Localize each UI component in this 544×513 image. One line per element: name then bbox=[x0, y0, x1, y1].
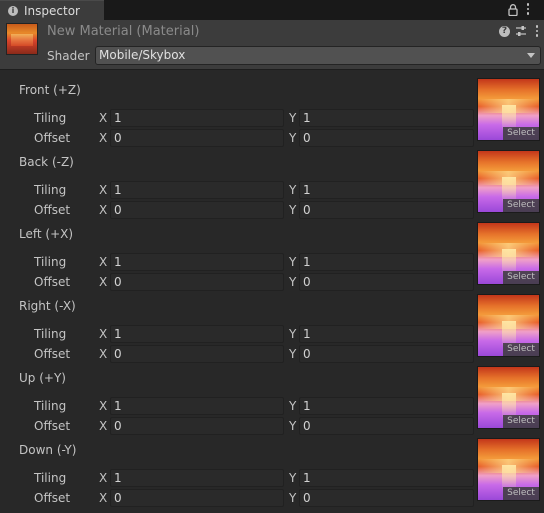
texture-slot[interactable]: Select bbox=[477, 222, 540, 285]
tiling-x-field[interactable]: 1 bbox=[110, 469, 284, 487]
tiling-x-field[interactable]: 1 bbox=[110, 397, 284, 415]
tiling-label: Tiling bbox=[34, 255, 67, 269]
tiling-y-field[interactable]: 1 bbox=[299, 325, 474, 343]
tiling-y-label: Y bbox=[289, 111, 297, 125]
tiling-y-label: Y bbox=[289, 399, 297, 413]
tiling-y-label: Y bbox=[289, 183, 297, 197]
cubemap-face-section: Back (-Z) Tiling X 1 Y 1 Offset X 0 Y 0 … bbox=[0, 144, 544, 219]
kebab-menu-icon[interactable] bbox=[526, 3, 530, 17]
tiling-y-field[interactable]: 1 bbox=[299, 253, 474, 271]
face-label: Down (-Y) bbox=[19, 443, 77, 457]
offset-y-field[interactable]: 0 bbox=[299, 489, 474, 507]
tiling-x-label: X bbox=[99, 327, 108, 341]
tiling-x-field[interactable]: 1 bbox=[110, 181, 284, 199]
tiling-label: Tiling bbox=[34, 471, 67, 485]
texture-slot[interactable]: Select bbox=[477, 78, 540, 141]
texture-select-button[interactable]: Select bbox=[503, 415, 539, 428]
tiling-y-field[interactable]: 1 bbox=[299, 397, 474, 415]
face-label: Left (+X) bbox=[19, 227, 74, 241]
tiling-y-field[interactable]: 1 bbox=[299, 469, 474, 487]
tiling-x-label: X bbox=[99, 471, 108, 485]
texture-select-button[interactable]: Select bbox=[503, 343, 539, 356]
tab-bar: i Inspector bbox=[0, 0, 544, 20]
texture-slot[interactable]: Select bbox=[477, 366, 540, 429]
offset-label: Offset bbox=[34, 275, 71, 289]
tiling-x-label: X bbox=[99, 255, 108, 269]
tiling-label: Tiling bbox=[34, 111, 67, 125]
face-label: Back (-Z) bbox=[19, 155, 74, 169]
cubemap-face-section: Down (-Y) Tiling X 1 Y 1 Offset X 0 Y 0 … bbox=[0, 432, 544, 507]
tiling-label: Tiling bbox=[34, 183, 67, 197]
offset-x-field[interactable]: 0 bbox=[110, 489, 284, 507]
offset-y-label: Y bbox=[289, 347, 297, 361]
material-header: New Material (Material) ? Shader Mobile/… bbox=[0, 20, 544, 70]
offset-y-label: Y bbox=[289, 275, 297, 289]
texture-select-button[interactable]: Select bbox=[503, 487, 539, 500]
lock-icon[interactable] bbox=[508, 4, 518, 16]
texture-slot[interactable]: Select bbox=[477, 150, 540, 213]
texture-select-button[interactable]: Select bbox=[503, 199, 539, 212]
tiling-y-field[interactable]: 1 bbox=[299, 181, 474, 199]
offset-x-label: X bbox=[99, 275, 108, 289]
tiling-x-field[interactable]: 1 bbox=[110, 253, 284, 271]
tab-inspector[interactable]: i Inspector bbox=[0, 0, 104, 20]
tiling-y-label: Y bbox=[289, 255, 297, 269]
offset-label: Offset bbox=[34, 131, 71, 145]
dropdown-arrow-icon bbox=[527, 53, 535, 58]
texture-select-button[interactable]: Select bbox=[503, 127, 539, 140]
texture-select-button[interactable]: Select bbox=[503, 271, 539, 284]
tiling-label: Tiling bbox=[34, 327, 67, 341]
offset-x-label: X bbox=[99, 491, 108, 505]
texture-slot[interactable]: Select bbox=[477, 294, 540, 357]
tiling-x-field[interactable]: 1 bbox=[110, 109, 284, 127]
preset-settings-icon[interactable] bbox=[515, 25, 527, 37]
shader-value: Mobile/Skybox bbox=[99, 48, 186, 62]
offset-y-label: Y bbox=[289, 491, 297, 505]
cubemap-face-section: Up (+Y) Tiling X 1 Y 1 Offset X 0 Y 0 Se… bbox=[0, 360, 544, 435]
shader-label: Shader bbox=[47, 49, 90, 63]
offset-x-label: X bbox=[99, 347, 108, 361]
cubemap-face-section: Front (+Z) Tiling X 1 Y 1 Offset X 0 Y 0… bbox=[0, 72, 544, 147]
shader-dropdown[interactable]: Mobile/Skybox bbox=[95, 46, 541, 65]
offset-y-label: Y bbox=[289, 203, 297, 217]
face-label: Up (+Y) bbox=[19, 371, 66, 385]
offset-label: Offset bbox=[34, 203, 71, 217]
offset-x-label: X bbox=[99, 131, 108, 145]
face-label: Right (-X) bbox=[19, 299, 76, 313]
tiling-y-label: Y bbox=[289, 327, 297, 341]
offset-x-label: X bbox=[99, 419, 108, 433]
component-menu-icon[interactable] bbox=[535, 25, 539, 39]
material-preview-icon bbox=[6, 23, 38, 55]
tiling-x-field[interactable]: 1 bbox=[110, 325, 284, 343]
material-name: New Material (Material) bbox=[47, 24, 200, 39]
cubemap-face-section: Left (+X) Tiling X 1 Y 1 Offset X 0 Y 0 … bbox=[0, 216, 544, 291]
offset-x-label: X bbox=[99, 203, 108, 217]
face-label: Front (+Z) bbox=[19, 83, 81, 97]
offset-label: Offset bbox=[34, 419, 71, 433]
offset-label: Offset bbox=[34, 491, 71, 505]
tiling-x-label: X bbox=[99, 399, 108, 413]
info-icon: i bbox=[8, 5, 18, 16]
tab-title: Inspector bbox=[24, 3, 80, 18]
cubemap-face-section: Right (-X) Tiling X 1 Y 1 Offset X 0 Y 0… bbox=[0, 288, 544, 363]
tiling-x-label: X bbox=[99, 183, 108, 197]
offset-y-label: Y bbox=[289, 419, 297, 433]
tiling-y-label: Y bbox=[289, 471, 297, 485]
texture-slot[interactable]: Select bbox=[477, 438, 540, 501]
offset-label: Offset bbox=[34, 347, 71, 361]
help-icon[interactable]: ? bbox=[499, 26, 510, 37]
offset-y-label: Y bbox=[289, 131, 297, 145]
tiling-label: Tiling bbox=[34, 399, 67, 413]
tiling-x-label: X bbox=[99, 111, 108, 125]
tiling-y-field[interactable]: 1 bbox=[299, 109, 474, 127]
